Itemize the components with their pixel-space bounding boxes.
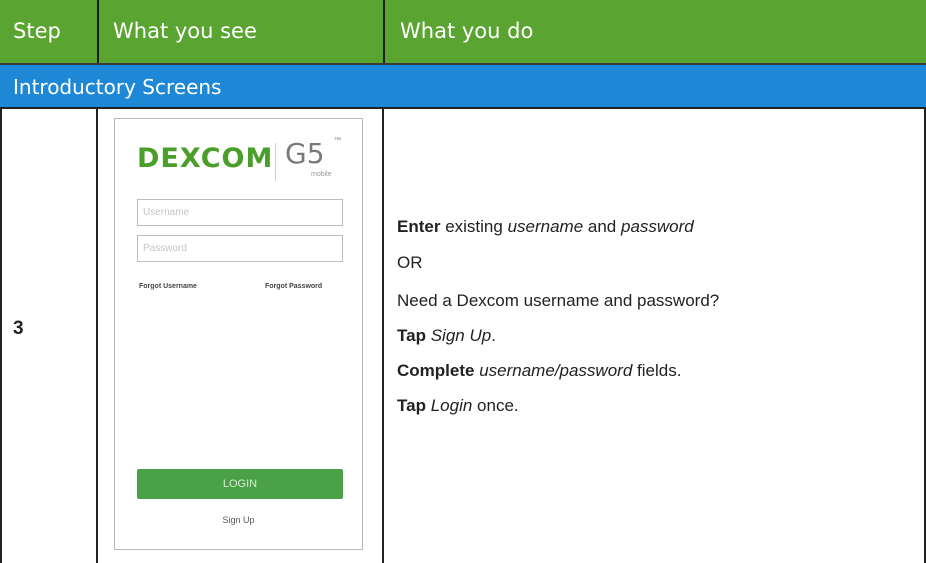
header-step: Step bbox=[0, 0, 97, 63]
trademark-mark: ™ bbox=[334, 137, 341, 144]
logo-divider bbox=[275, 143, 276, 181]
instruction-text: and bbox=[583, 217, 621, 236]
instruction-line-4: Tap Sign Up. bbox=[397, 326, 496, 346]
instruction-text: fields. bbox=[632, 361, 682, 380]
instruction-verb: Tap bbox=[397, 326, 426, 345]
instruction-term: password bbox=[620, 217, 694, 236]
sign-up-link[interactable]: Sign Up bbox=[115, 515, 362, 525]
instruction-line-5: Complete username/password fields. bbox=[397, 361, 681, 381]
instruction-term: Sign Up bbox=[430, 326, 492, 345]
instruction-term: username bbox=[507, 217, 584, 236]
instruction-term: Login bbox=[430, 396, 473, 415]
instruction-text: once. bbox=[472, 396, 519, 415]
instruction-line-1: Enter existing username and password bbox=[397, 217, 694, 237]
username-field[interactable]: Username bbox=[137, 199, 343, 226]
header-what-you-see: What you see bbox=[97, 0, 383, 63]
login-button[interactable]: LOGIN bbox=[137, 469, 343, 499]
instruction-verb: Enter bbox=[397, 217, 441, 236]
step-number: 3 bbox=[13, 318, 24, 339]
phone-screenshot: DEXCOM G5 ™ mobile Username Password For… bbox=[114, 118, 363, 550]
g5-logo: G5 bbox=[285, 137, 325, 170]
password-field[interactable]: Password bbox=[137, 235, 343, 262]
instruction-table: Step What you see What you do Introducto… bbox=[0, 0, 926, 563]
header-what-you-do: What you do bbox=[383, 0, 926, 63]
instruction-text: existing bbox=[440, 217, 508, 236]
section-title: Introductory Screens bbox=[0, 63, 926, 107]
instruction-line-2: OR bbox=[397, 253, 423, 272]
mobile-label: mobile bbox=[311, 171, 332, 178]
instruction-text: . bbox=[491, 326, 496, 345]
forgot-password-link[interactable]: Forgot Password bbox=[265, 283, 322, 290]
instruction-line-6: Tap Login once. bbox=[397, 396, 519, 416]
table-left-border bbox=[0, 107, 2, 563]
column-divider bbox=[382, 107, 384, 563]
instruction-verb: Tap bbox=[397, 396, 426, 415]
dexcom-logo: DEXCOM bbox=[137, 143, 274, 174]
instruction-term: username/password bbox=[479, 361, 633, 380]
instruction-verb: Complete bbox=[397, 361, 475, 380]
column-divider bbox=[96, 107, 98, 563]
instruction-line-3: Need a Dexcom username and password? bbox=[397, 291, 720, 310]
forgot-username-link[interactable]: Forgot Username bbox=[139, 283, 197, 290]
